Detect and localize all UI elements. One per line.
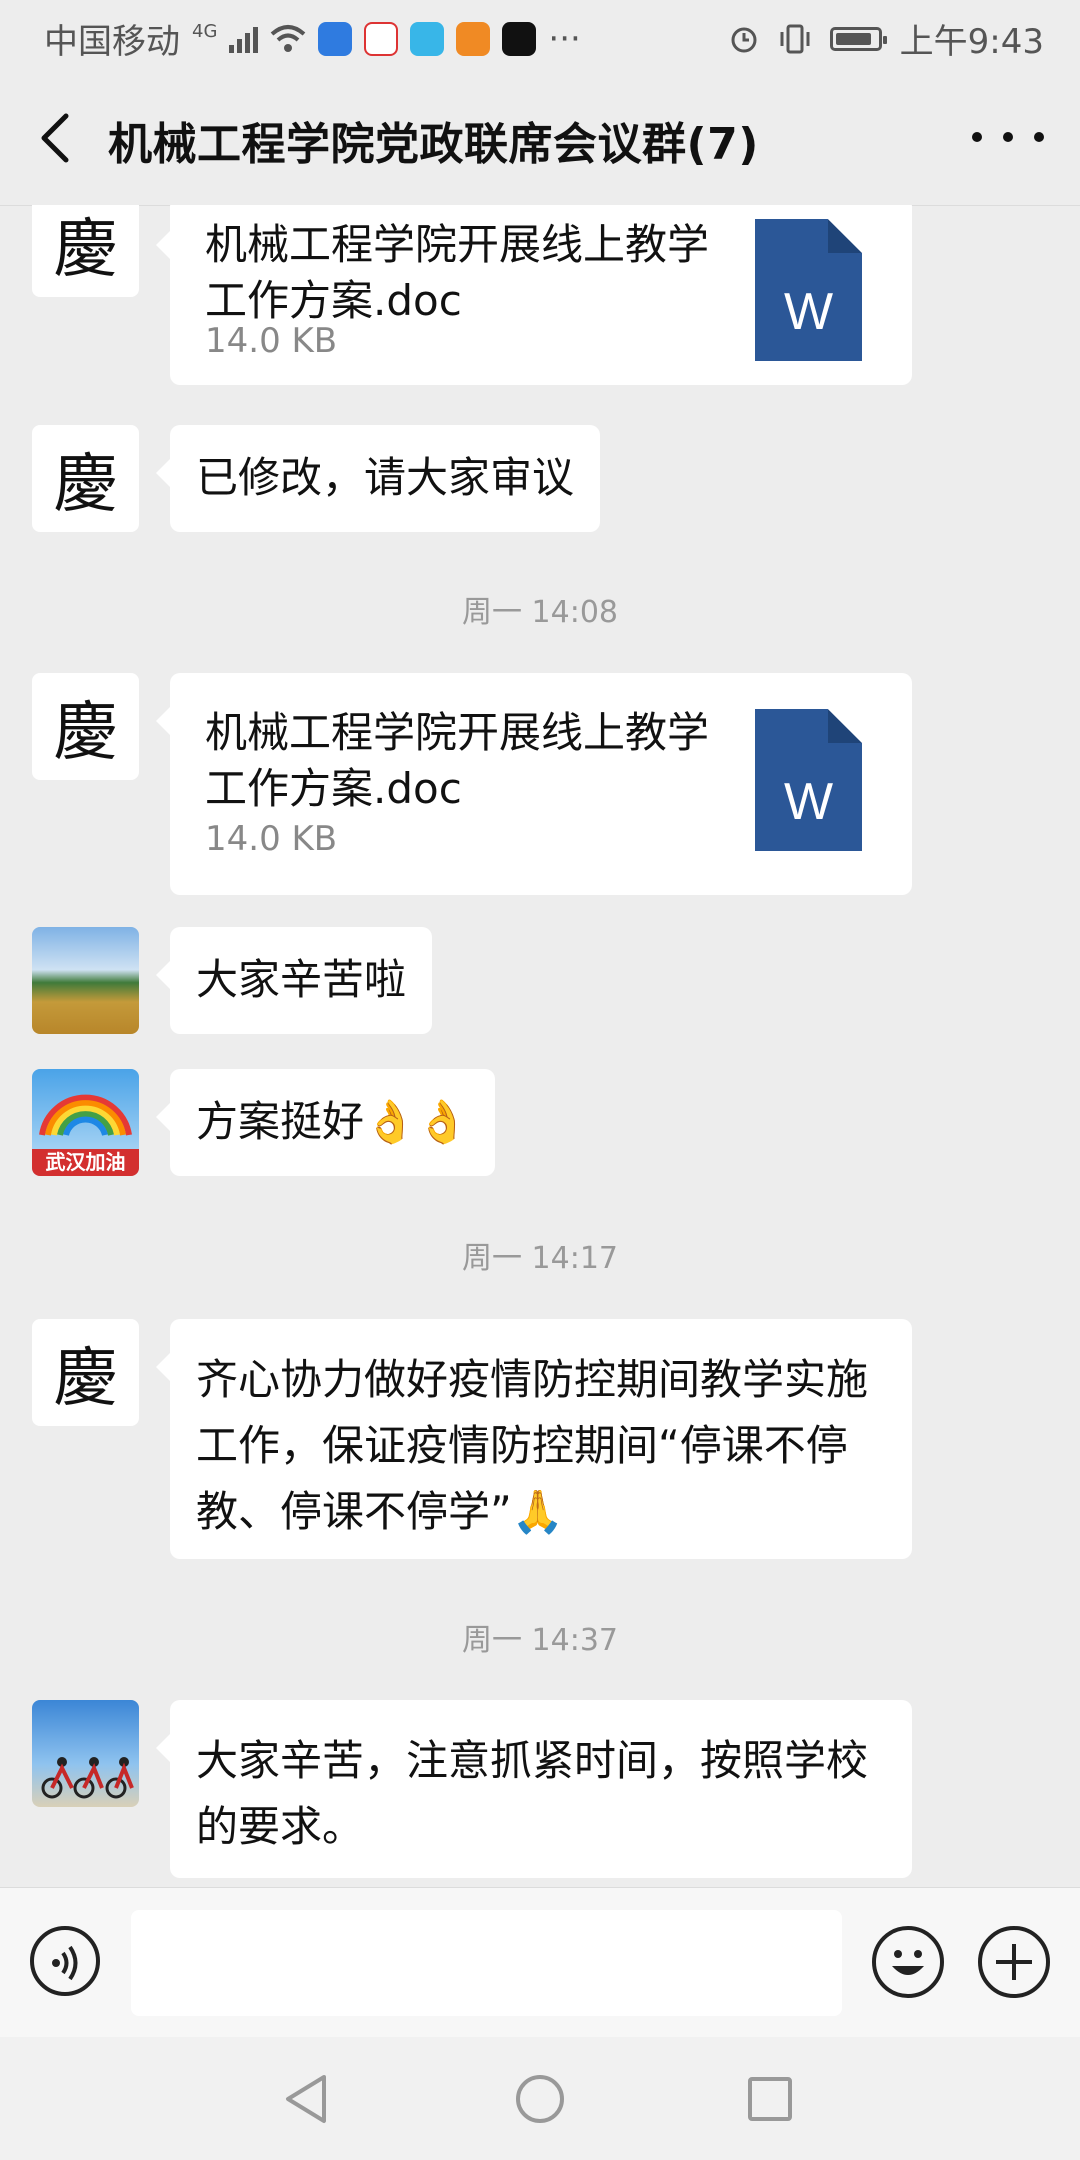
voice-input-icon[interactable] (30, 1926, 100, 1996)
chat-header: 机械工程学院党政联席会议群(7) (0, 70, 1080, 206)
emoji-icon[interactable] (872, 1926, 944, 1998)
avatar[interactable]: 慶 (32, 425, 139, 532)
more-options-icon[interactable] (972, 112, 1044, 162)
timestamp: 周一 14:17 (462, 1241, 618, 1276)
avatar[interactable]: 慶 (32, 673, 139, 780)
more-notifications-icon: ··· (548, 18, 581, 59)
cyclists-avatar[interactable] (32, 1700, 139, 1807)
file-size: 14.0 KB (205, 819, 338, 859)
field-avatar[interactable] (32, 927, 139, 1034)
app-icon-paw (364, 21, 399, 56)
text-message-bubble[interactable]: 大家辛苦啦 (155, 927, 433, 1034)
alarm-icon (731, 27, 757, 52)
app-icon-blue (318, 21, 353, 56)
status-time: 上午9:43 (899, 22, 1044, 62)
timestamp: 周一 14:37 (462, 1623, 618, 1658)
back-arrow-icon[interactable] (30, 108, 84, 168)
rainbow-avatar[interactable]: 武汉加油 (32, 1069, 139, 1176)
nav-back-icon[interactable] (282, 2073, 332, 2125)
cyclists-icon (41, 1757, 134, 1799)
chat-title: 机械工程学院党政联席会议群(7) (108, 119, 759, 170)
text-message-bubble[interactable]: 大家辛苦，注意抓紧时间，按照学校的要求。 (156, 1700, 912, 1878)
vibrate-icon (780, 24, 810, 53)
add-more-icon[interactable] (978, 1926, 1050, 1998)
carrier-name: 中国移动 (44, 22, 180, 62)
app-icon-video (456, 21, 491, 56)
nav-recents-icon[interactable] (746, 2075, 794, 2123)
app-icon-tiktok (502, 21, 537, 56)
file-name: 机械工程学院开展线上教学工作方案.doc (205, 220, 710, 325)
network-type: 4G (192, 21, 218, 42)
avatar[interactable]: 慶 (32, 1319, 139, 1426)
message-text: 大家辛苦，注意抓紧时间，按照学校的要求。 (196, 1736, 869, 1851)
app-icon-book (410, 21, 445, 56)
chat-message-list[interactable]: 慶 机械工程学院开展线上教学工作方案.doc 14.0 KB W 慶 已修改，请… (0, 205, 1080, 1887)
status-bar: 中国移动 4G ··· 上午9:43 (0, 0, 1080, 70)
input-bar (0, 1887, 1080, 2038)
battery-icon (829, 26, 887, 51)
file-message-bubble[interactable]: 机械工程学院开展线上教学工作方案.doc 14.0 KB W (156, 673, 912, 895)
timestamp: 周一 14:08 (462, 595, 618, 630)
nav-home-icon[interactable] (514, 2073, 566, 2125)
message-text: 已修改，请大家审议 (196, 453, 575, 502)
message-input[interactable] (131, 1910, 842, 2016)
word-document-icon: W (755, 219, 862, 361)
system-nav-bar (0, 2037, 1080, 2160)
wifi-icon (271, 24, 306, 52)
text-message-bubble[interactable]: 齐心协力做好疫情防控期间教学实施工作，保证疫情防控期间“停课不停教、停课不停学”… (156, 1319, 912, 1559)
file-message-bubble[interactable]: 机械工程学院开展线上教学工作方案.doc 14.0 KB W (156, 205, 912, 385)
signal-icon (229, 25, 259, 53)
text-message-bubble[interactable]: 已修改，请大家审议 (155, 425, 601, 532)
message-text: 齐心协力做好疫情防控期间教学实施工作，保证疫情防控期间“停课不停教、停课不停学”… (196, 1355, 869, 1536)
avatar[interactable]: 慶 (32, 205, 139, 297)
message-text: 方案挺好👌👌 (196, 1097, 469, 1146)
word-document-icon: W (755, 709, 862, 851)
avatar-caption: 武汉加油 (45, 1150, 126, 1174)
file-name: 机械工程学院开展线上教学工作方案.doc (205, 708, 710, 813)
file-size: 14.0 KB (205, 321, 338, 361)
text-message-bubble[interactable]: 方案挺好👌👌 (156, 1069, 495, 1176)
message-text: 大家辛苦啦 (196, 955, 407, 1004)
